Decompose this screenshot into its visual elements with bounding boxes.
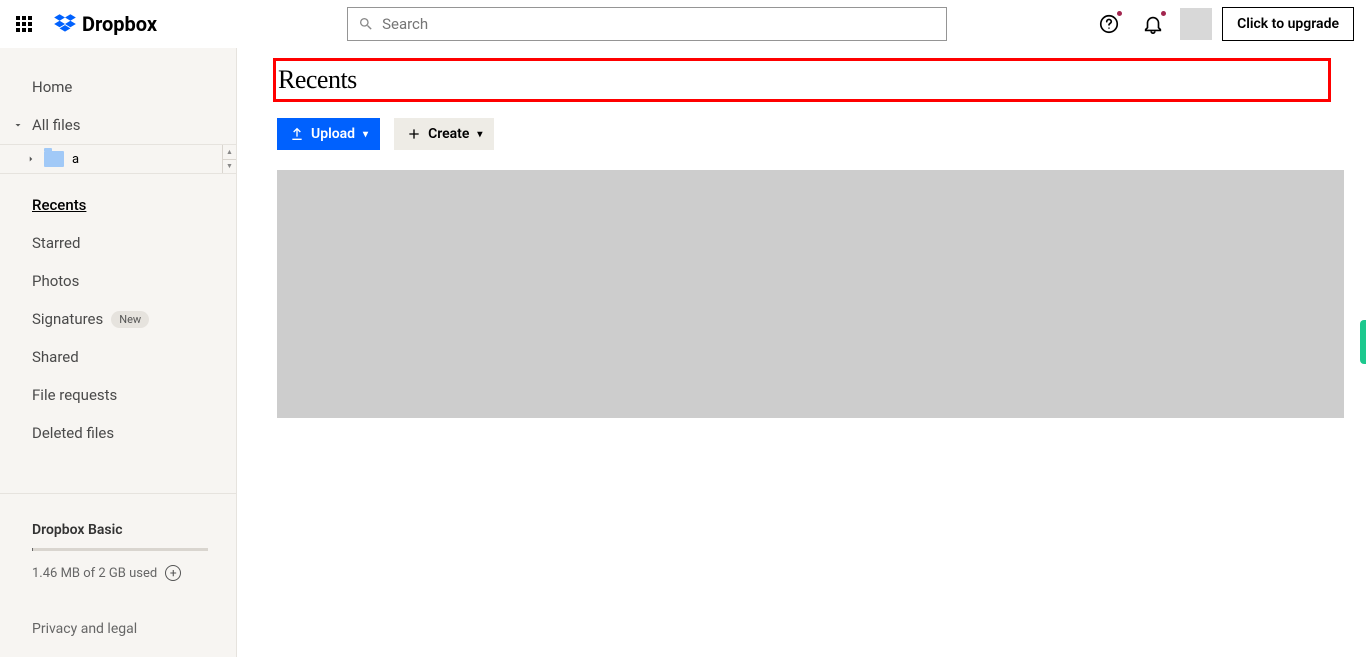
dropbox-logo[interactable]: Dropbox <box>52 11 157 37</box>
sidebar-label: Shared <box>32 348 79 366</box>
dropbox-icon <box>52 11 78 37</box>
plan-name: Dropbox Basic <box>32 522 220 538</box>
help-icon <box>1098 13 1120 35</box>
sidebar-item-shared[interactable]: Shared <box>0 338 236 376</box>
help-button[interactable] <box>1092 7 1126 41</box>
sidebar: Home All files a ▲ ▼ R <box>0 48 237 657</box>
sidebar-label: Photos <box>32 272 79 290</box>
plus-icon <box>406 126 422 142</box>
page-title: Recents <box>278 65 1328 95</box>
sidebar-label: Signatures <box>32 310 103 328</box>
stepper-down[interactable]: ▼ <box>223 160 236 174</box>
stepper-up[interactable]: ▲ <box>223 145 236 160</box>
storage-progress <box>32 548 208 551</box>
upload-label: Upload <box>311 126 355 142</box>
create-button[interactable]: Create ▾ <box>394 118 494 150</box>
sidebar-item-all-files[interactable]: All files <box>0 106 236 144</box>
sidebar-item-deleted[interactable]: Deleted files <box>0 414 236 452</box>
privacy-legal-link[interactable]: Privacy and legal <box>32 621 220 637</box>
sidebar-item-file-requests[interactable]: File requests <box>0 376 236 414</box>
search-input-wrap[interactable] <box>347 7 947 41</box>
new-badge: New <box>111 311 149 328</box>
feedback-tab[interactable] <box>1360 320 1366 364</box>
dropbox-logo-text: Dropbox <box>82 12 157 36</box>
tree-stepper: ▲ ▼ <box>222 145 236 173</box>
tree-folder-label: a <box>72 152 79 167</box>
notifications-button[interactable] <box>1136 7 1170 41</box>
sidebar-item-home[interactable]: Home <box>0 68 236 106</box>
storage-usage-text: 1.46 MB of 2 GB used <box>32 566 157 581</box>
sidebar-item-signatures[interactable]: Signatures New <box>0 300 236 338</box>
sidebar-label: All files <box>32 116 80 134</box>
sidebar-item-photos[interactable]: Photos <box>0 262 236 300</box>
sidebar-label: File requests <box>32 386 117 404</box>
sidebar-label: Deleted files <box>32 424 114 442</box>
annotation-highlight: Recents <box>273 58 1331 102</box>
sidebar-item-recents[interactable]: Recents <box>0 186 236 224</box>
create-label: Create <box>428 126 469 142</box>
avatar[interactable] <box>1180 8 1212 40</box>
sidebar-item-starred[interactable]: Starred <box>0 224 236 262</box>
folder-icon <box>44 151 64 167</box>
sidebar-label: Starred <box>32 234 80 252</box>
upgrade-storage-icon[interactable]: + <box>165 565 181 581</box>
chevron-down-icon: ▾ <box>477 129 482 140</box>
apps-grid-icon[interactable] <box>12 12 36 36</box>
upgrade-button[interactable]: Click to upgrade <box>1222 7 1354 41</box>
upload-button[interactable]: Upload ▾ <box>277 118 380 150</box>
sidebar-label: Home <box>32 78 72 96</box>
bell-icon <box>1142 13 1164 35</box>
chevron-down-icon <box>10 119 26 131</box>
main-content: Recents Upload ▾ Create ▾ <box>237 48 1366 657</box>
search-icon <box>358 16 374 32</box>
chevron-right-icon <box>24 154 38 164</box>
upload-icon <box>289 126 305 142</box>
content-placeholder <box>277 170 1344 418</box>
chevron-down-icon: ▾ <box>363 129 368 140</box>
search-input[interactable] <box>382 15 936 33</box>
tree-folder-row[interactable]: a ▲ ▼ <box>0 144 236 174</box>
sidebar-label: Recents <box>32 196 86 214</box>
